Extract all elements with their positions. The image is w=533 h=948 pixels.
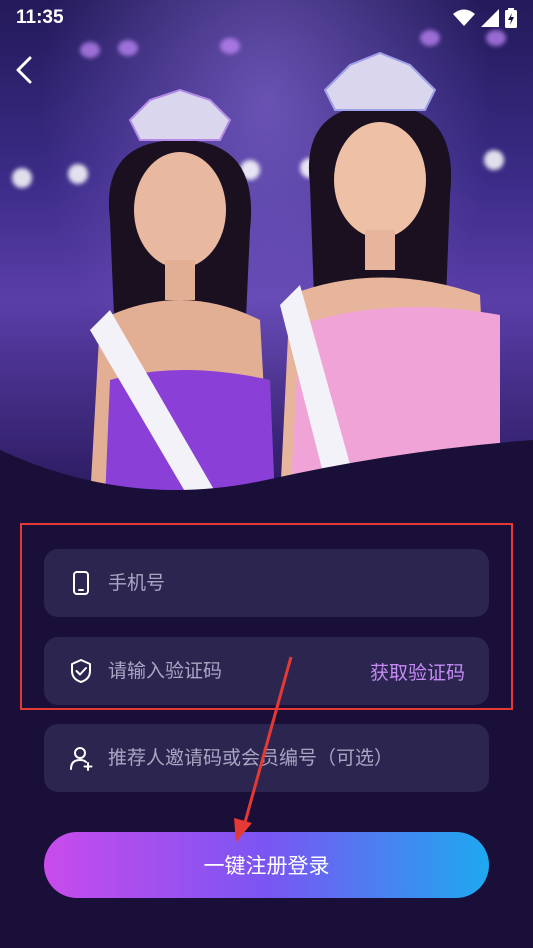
status-time: 11:35 [16, 7, 64, 28]
wifi-icon [453, 9, 475, 26]
verification-code-field[interactable]: 获取验证码 [44, 637, 489, 705]
invite-code-field[interactable] [44, 724, 489, 792]
invite-code-input[interactable] [108, 747, 465, 769]
hero-banner-image [0, 0, 533, 500]
phone-icon [73, 571, 89, 595]
phone-input[interactable] [108, 572, 465, 594]
cellular-signal-icon [481, 9, 499, 27]
status-icons [453, 8, 517, 28]
verification-code-input[interactable] [108, 660, 370, 682]
stage-light [118, 40, 138, 56]
register-login-button[interactable]: 一键注册登录 [44, 832, 489, 898]
get-code-button[interactable]: 获取验证码 [370, 658, 465, 685]
stage-light [220, 38, 240, 54]
battery-icon [505, 8, 517, 28]
back-button[interactable] [8, 52, 44, 88]
user-add-icon [70, 747, 93, 771]
stage-light [12, 168, 32, 188]
chevron-left-icon [16, 56, 32, 84]
phone-field[interactable] [44, 549, 489, 617]
status-bar: 11:35 [0, 0, 533, 36]
stage-light [80, 42, 100, 58]
shield-check-icon [71, 659, 91, 683]
hero-bottom-curve [0, 440, 533, 500]
